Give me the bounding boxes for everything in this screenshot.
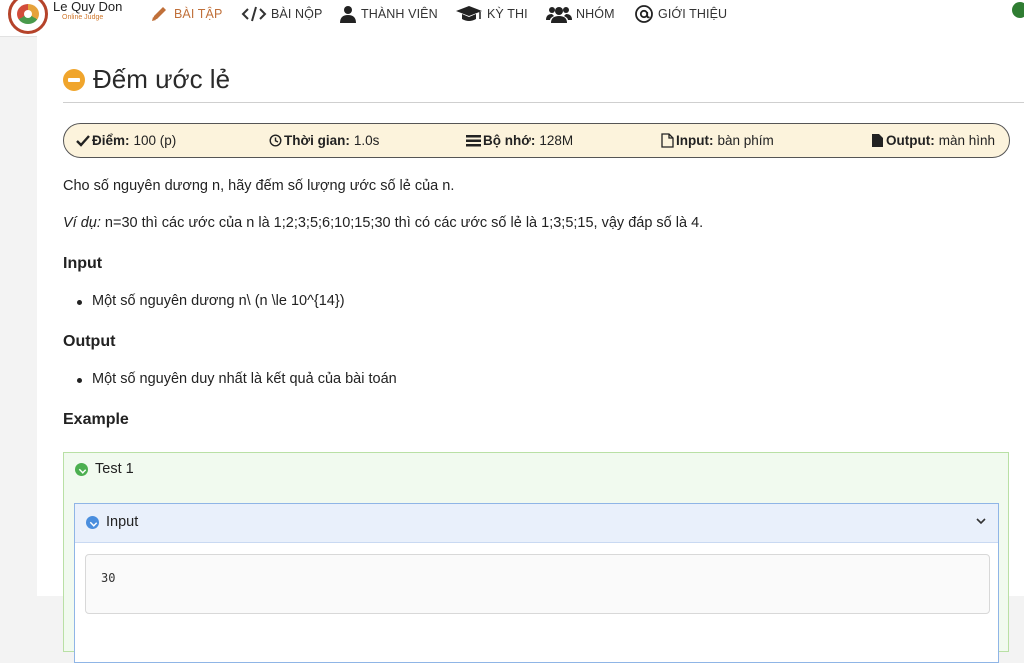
file-icon	[872, 134, 883, 147]
nav-about-label: GIỚI THIỆU	[658, 7, 728, 21]
nav-problems-label: BÀI TẬP	[174, 7, 223, 21]
brand-subtitle: Online Judge	[62, 14, 104, 21]
output-value: màn hình	[938, 133, 996, 148]
info-circle-icon	[86, 515, 99, 529]
input-info: Input: bàn phím	[661, 133, 774, 148]
memory-info: Bộ nhớ: 128M	[466, 133, 573, 148]
time-value: 1.0s	[353, 133, 380, 148]
output-label: Output:	[886, 133, 935, 148]
input-bullet: Một số nguyên dương n\ (n \le 10^{14})	[92, 293, 345, 309]
minus-circle-icon	[63, 68, 85, 91]
test-input-toggle[interactable]: Input	[75, 504, 998, 543]
example-prefix: Ví dụ:	[63, 215, 101, 231]
output-heading: Output	[63, 333, 116, 350]
check-icon	[76, 134, 90, 147]
code-icon	[241, 6, 267, 22]
example-heading: Example	[63, 411, 129, 428]
file-outline-icon	[661, 133, 674, 148]
problem-card: Đếm ước lẻ Điểm: 100 (p) Thời gian: 1.0s…	[37, 36, 1024, 663]
bullet-dot	[77, 378, 82, 383]
test-header: Test 1	[75, 461, 134, 477]
at-icon	[635, 5, 653, 23]
nav-groups[interactable]: NHÓM	[546, 4, 615, 24]
memory-label: Bộ nhớ:	[483, 133, 536, 148]
test-input-panel: Input 30	[74, 503, 999, 663]
example-text: n=30 thì các ước của n là 1;2;3;5;6;10;1…	[104, 215, 704, 231]
points-label: Điểm:	[92, 133, 130, 148]
problem-title: Đếm ước lẻ	[93, 64, 231, 94]
nav-submissions[interactable]: BÀI NỘP	[241, 4, 322, 24]
time-label: Thời gian:	[284, 133, 350, 148]
clock-icon	[269, 134, 282, 147]
test-input-value: 30	[101, 571, 116, 585]
test-case-box: Test 1 Input 30	[63, 452, 1009, 663]
points-info: Điểm: 100 (p)	[76, 133, 176, 148]
site-logo[interactable]	[8, 0, 48, 34]
pencil-icon	[152, 7, 166, 21]
chevron-down-icon[interactable]	[976, 518, 986, 525]
input-heading: Input	[63, 255, 103, 272]
graduation-cap-icon	[456, 6, 482, 21]
nav-submissions-label: BÀI NỘP	[271, 7, 323, 21]
nav-users[interactable]: THÀNH VIÊN	[339, 4, 438, 24]
nav-contests[interactable]: KỲ THI	[455, 4, 528, 24]
users-icon	[546, 7, 572, 23]
output-info: Output: màn hình	[871, 133, 995, 148]
check-circle-icon	[75, 462, 88, 476]
input-label: Input:	[676, 133, 714, 148]
memory-icon	[466, 134, 481, 146]
test-input-code: 30	[85, 554, 990, 614]
problem-info-bar: Điểm: 100 (p) Thời gian: 1.0s Bộ nhớ: 12…	[63, 123, 1010, 158]
nav-groups-label: NHÓM	[576, 7, 615, 21]
chat-icon[interactable]	[1012, 2, 1024, 18]
output-bullet: Một số nguyên duy nhất là kết quả của bà…	[92, 371, 397, 387]
points-value: 100 (p)	[133, 133, 177, 148]
problem-title-row: Đếm ước lẻ	[63, 64, 230, 95]
example-line: Ví dụ: n=30 thì các ước của n là 1;2;3;5…	[63, 215, 703, 231]
title-divider	[63, 102, 1024, 103]
bullet-dot	[77, 300, 82, 305]
problem-statement: Cho số nguyên dương n, hãy đếm số lượng …	[63, 178, 455, 194]
test-input-label: Input	[106, 514, 139, 530]
test-title: Test 1	[95, 461, 134, 477]
input-value: bàn phím	[717, 133, 774, 148]
top-navbar: Le Quy Don Online Judge BÀI TẬP BÀI NỘP …	[0, 0, 1024, 37]
nav-contests-label: KỲ THI	[487, 7, 528, 21]
nav-about[interactable]: GIỚI THIỆU	[634, 4, 727, 24]
memory-value: 128M	[539, 133, 574, 148]
brand-name[interactable]: Le Quy Don	[53, 0, 122, 14]
nav-users-label: THÀNH VIÊN	[361, 7, 438, 21]
time-info: Thời gian: 1.0s	[269, 133, 379, 148]
user-icon	[340, 6, 356, 23]
nav-problems[interactable]: BÀI TẬP	[150, 4, 222, 24]
